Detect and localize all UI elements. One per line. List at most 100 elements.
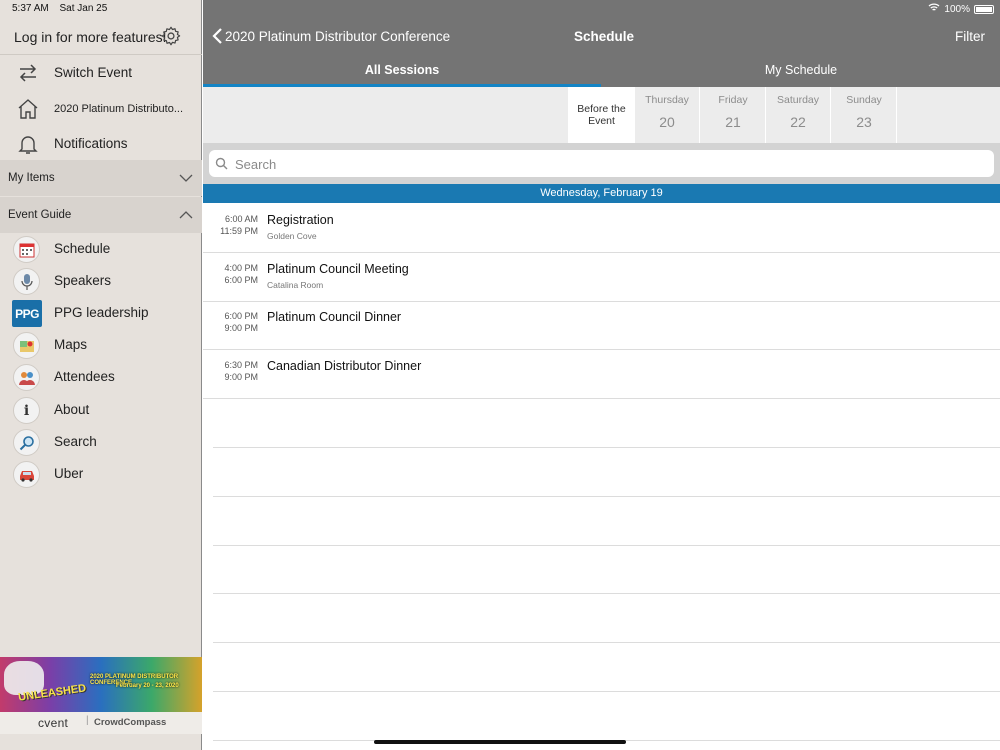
guide-label: Attendees: [54, 369, 115, 384]
search-bar: [203, 143, 1000, 184]
cvent-logo: cvent: [38, 716, 69, 730]
section-event-guide[interactable]: Event Guide: [0, 197, 202, 233]
back-chevron-icon[interactable]: [212, 28, 224, 44]
search-input[interactable]: [235, 154, 975, 174]
day-name: Saturday: [776, 94, 820, 106]
day-sunday[interactable]: Sunday 23: [832, 87, 897, 143]
session-end: 11:59 PM: [220, 226, 258, 236]
nav-label: Notifications: [54, 136, 128, 151]
event-banner: UNLEASHED 2020 PLATINUM DISTRIBUTOR CONF…: [0, 657, 202, 712]
empty-row: [213, 399, 1000, 448]
info-icon: i: [13, 397, 40, 424]
section-label: Event Guide: [8, 209, 72, 221]
status-bar-left: 5:37 AM Sat Jan 25: [12, 3, 115, 14]
battery-percent: 100%: [944, 3, 970, 15]
session-row[interactable]: 6:00 PM 9:00 PM Platinum Council Dinner: [203, 301, 1000, 350]
empty-row: [213, 643, 1000, 692]
guide-label: Maps: [54, 337, 88, 352]
day-friday[interactable]: Friday 21: [701, 87, 766, 143]
crowdcompass-logo: CrowdCompass: [94, 717, 167, 728]
day-before-event[interactable]: Before the Event: [568, 87, 635, 143]
guide-item-attendees[interactable]: Attendees: [0, 361, 202, 393]
session-start: 6:00 PM: [224, 311, 258, 321]
session-title: Registration: [267, 213, 334, 227]
brand-footer: cvent | CrowdCompass: [0, 712, 202, 734]
chevron-down-icon: [179, 174, 193, 182]
page-title: Schedule: [574, 29, 635, 44]
empty-row: [213, 692, 1000, 741]
bell-icon: [18, 136, 38, 154]
home-indicator[interactable]: [374, 740, 626, 744]
session-title: Platinum Council Dinner: [267, 310, 402, 324]
guide-label: About: [54, 402, 90, 417]
session-end: 9:00 PM: [224, 372, 258, 382]
guide-item-about[interactable]: i About: [0, 394, 202, 426]
wifi-icon: [928, 3, 940, 15]
guide-label: PPG leadership: [54, 305, 149, 320]
session-start: 6:30 PM: [224, 360, 258, 370]
guide-label: Search: [54, 434, 97, 449]
day-number: 20: [659, 114, 675, 130]
nav-event-home[interactable]: 2020 Platinum Distributo...: [0, 91, 202, 127]
session-title: Canadian Distributor Dinner: [267, 359, 422, 373]
empty-row: [213, 448, 1000, 497]
guide-label: Speakers: [54, 273, 112, 288]
day-number: 22: [790, 114, 806, 130]
guide-item-schedule[interactable]: Schedule: [0, 233, 202, 265]
car-icon: [13, 461, 40, 488]
sidebar: 5:37 AM Sat Jan 25 Log in for more featu…: [0, 0, 202, 750]
empty-row: [213, 594, 1000, 643]
tab-all-sessions[interactable]: All Sessions: [203, 63, 601, 77]
day-thursday[interactable]: Thursday 20: [635, 87, 700, 143]
home-icon: [18, 99, 38, 119]
section-my-items[interactable]: My Items: [0, 160, 202, 196]
microphone-icon: [13, 268, 40, 295]
people-icon: [13, 364, 40, 391]
session-row[interactable]: 6:30 PM 9:00 PM Canadian Distributor Din…: [203, 350, 1000, 399]
search-box[interactable]: [209, 150, 994, 177]
empty-row: [213, 545, 1000, 594]
day-number: 21: [725, 114, 741, 130]
guide-item-uber[interactable]: Uber: [0, 458, 202, 490]
banner-dates: February 20 - 23, 2020: [116, 683, 179, 689]
main-panel: 100% 2020 Platinum Distributor Conferenc…: [203, 0, 1000, 750]
empty-row: [213, 497, 1000, 546]
battery-icon: [974, 4, 994, 14]
session-end: 6:00 PM: [224, 275, 258, 285]
day-number: 23: [856, 114, 872, 130]
login-prompt[interactable]: Log in for more features!: [14, 29, 167, 45]
navigation-bar: 100% 2020 Platinum Distributor Conferenc…: [203, 0, 1000, 87]
ppg-logo: PPG: [12, 300, 42, 327]
guide-item-ppg-leadership[interactable]: PPG PPG leadership: [0, 297, 202, 329]
switch-arrows-icon: [19, 64, 37, 82]
nav-label: Switch Event: [54, 65, 133, 80]
magnifier-icon: [13, 429, 40, 456]
nav-notifications[interactable]: Notifications: [0, 126, 202, 162]
chevron-up-icon: [179, 211, 193, 219]
guide-item-speakers[interactable]: Speakers: [0, 265, 202, 297]
filter-button[interactable]: Filter: [955, 29, 985, 44]
section-label: My Items: [8, 172, 55, 184]
day-name: Thursday: [645, 94, 689, 106]
search-icon: [215, 157, 228, 170]
nav-switch-event[interactable]: Switch Event: [0, 55, 202, 91]
session-location: Golden Cove: [267, 231, 317, 241]
login-row[interactable]: Log in for more features!: [0, 18, 202, 55]
date-section-header: Wednesday, February 19: [203, 184, 1000, 203]
day-saturday[interactable]: Saturday 22: [766, 87, 831, 143]
tab-my-schedule[interactable]: My Schedule: [602, 63, 1000, 77]
brand-separator: |: [86, 715, 89, 726]
session-end: 9:00 PM: [224, 323, 258, 333]
map-icon: [13, 332, 40, 359]
status-bar-right: 100%: [928, 3, 994, 15]
gear-icon[interactable]: [160, 25, 182, 47]
session-title: Platinum Council Meeting: [267, 262, 409, 276]
session-row[interactable]: 6:00 AM 11:59 PM Registration Golden Cov…: [203, 204, 1000, 253]
guide-item-search[interactable]: Search: [0, 426, 202, 458]
back-button[interactable]: 2020 Platinum Distributor Conference: [225, 29, 450, 44]
day-selector: Before the Event Thursday 20 Friday 21 S…: [203, 87, 1000, 143]
status-time: 5:37 AM: [12, 3, 49, 14]
calendar-icon: [13, 236, 40, 263]
session-row[interactable]: 4:00 PM 6:00 PM Platinum Council Meeting…: [203, 253, 1000, 302]
guide-item-maps[interactable]: Maps: [0, 329, 202, 361]
